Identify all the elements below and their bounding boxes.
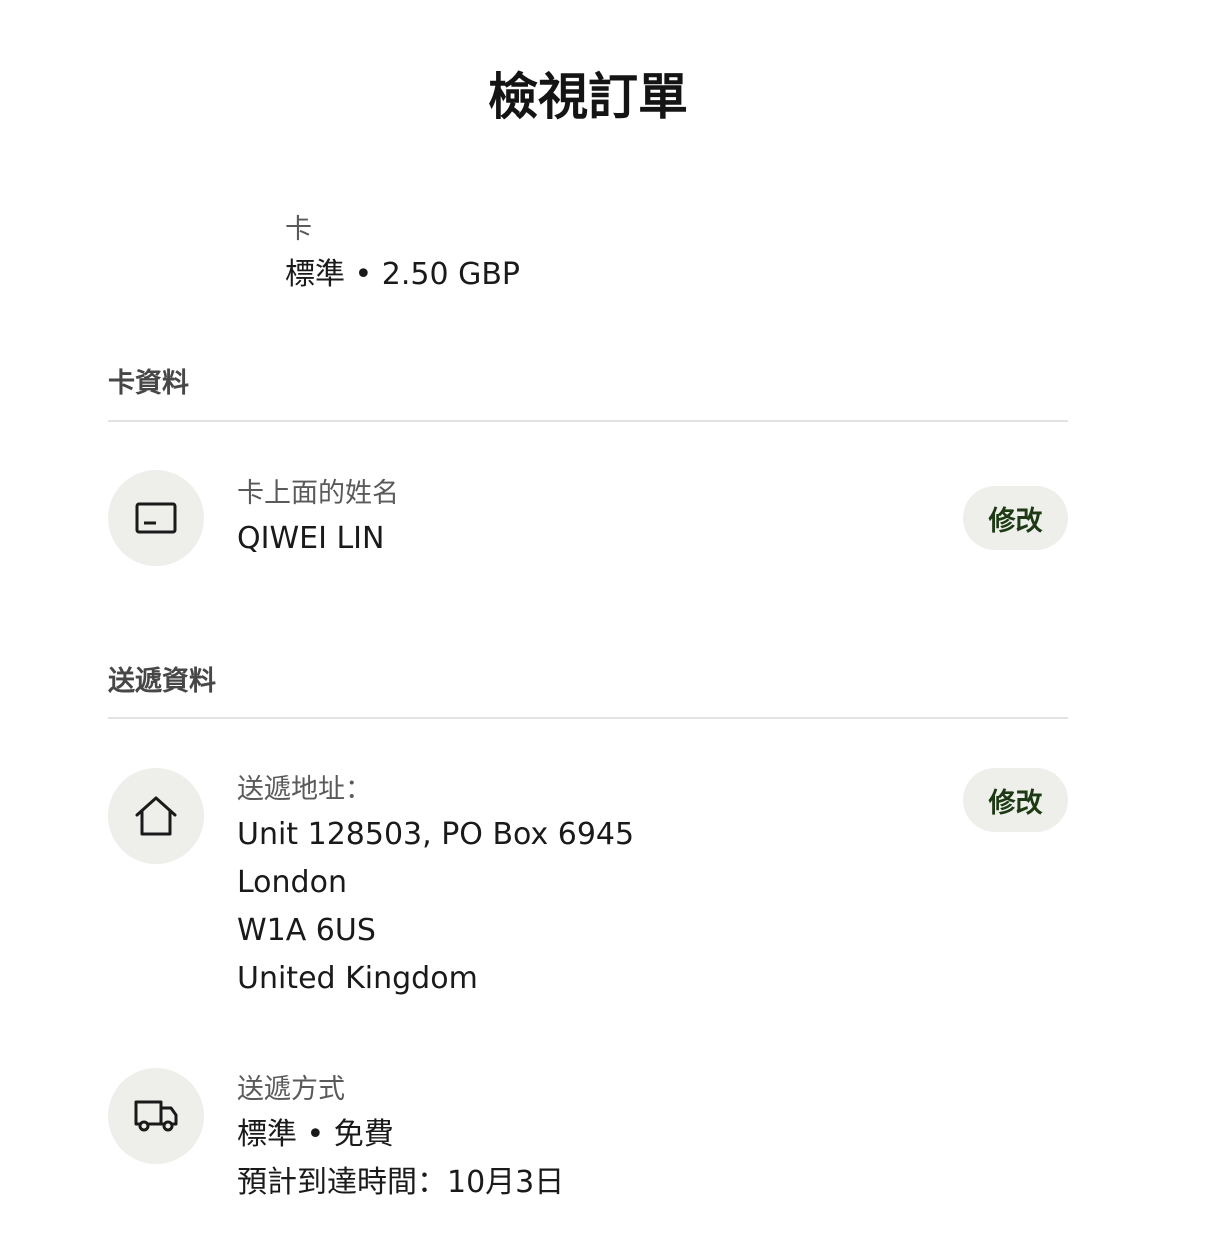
address-line: W1A 6US bbox=[237, 913, 376, 948]
delivery-method-row: 送遞方式 標準 • 免費 預計到達時間：10月3日 bbox=[237, 1069, 564, 1207]
edit-address-button[interactable]: 修改 bbox=[963, 768, 1068, 832]
card-name-row: 卡上面的姓名 QIWEI LIN bbox=[237, 473, 399, 563]
address-line: London bbox=[237, 865, 347, 900]
edit-card-name-button[interactable]: 修改 bbox=[963, 486, 1068, 550]
credit-card-icon bbox=[135, 502, 177, 534]
card-name-label: 卡上面的姓名 bbox=[237, 478, 399, 509]
delivery-section-divider bbox=[108, 717, 1068, 719]
delivery-section-heading: 送遞資料 bbox=[108, 666, 216, 697]
card-summary-value: 標準 • 2.50 GBP bbox=[285, 257, 521, 292]
home-icon bbox=[135, 796, 177, 836]
card-section-divider bbox=[108, 420, 1068, 422]
card-summary-label: 卡 bbox=[285, 214, 312, 245]
card-summary: 卡 標準 • 2.50 GBP bbox=[285, 210, 520, 297]
card-name-value: QIWEI LIN bbox=[237, 521, 385, 556]
delivery-address-label: 送遞地址： bbox=[237, 774, 372, 805]
truck-icon bbox=[134, 1100, 178, 1132]
address-line: Unit 128503, PO Box 6945 bbox=[237, 817, 635, 852]
card-section-heading: 卡資料 bbox=[108, 368, 189, 399]
delivery-method-value: 標準 • 免費 bbox=[237, 1117, 394, 1152]
truck-icon-circle bbox=[108, 1068, 204, 1164]
delivery-method-label: 送遞方式 bbox=[237, 1074, 345, 1105]
home-icon-circle bbox=[108, 768, 204, 864]
page-title: 檢視訂單 bbox=[488, 68, 688, 126]
address-line: United Kingdom bbox=[237, 961, 478, 996]
delivery-eta: 預計到達時間：10月3日 bbox=[237, 1165, 565, 1200]
delivery-address-row: 送遞地址： Unit 128503, PO Box 6945 London W1… bbox=[237, 769, 634, 1003]
credit-card-icon-circle bbox=[108, 470, 204, 566]
